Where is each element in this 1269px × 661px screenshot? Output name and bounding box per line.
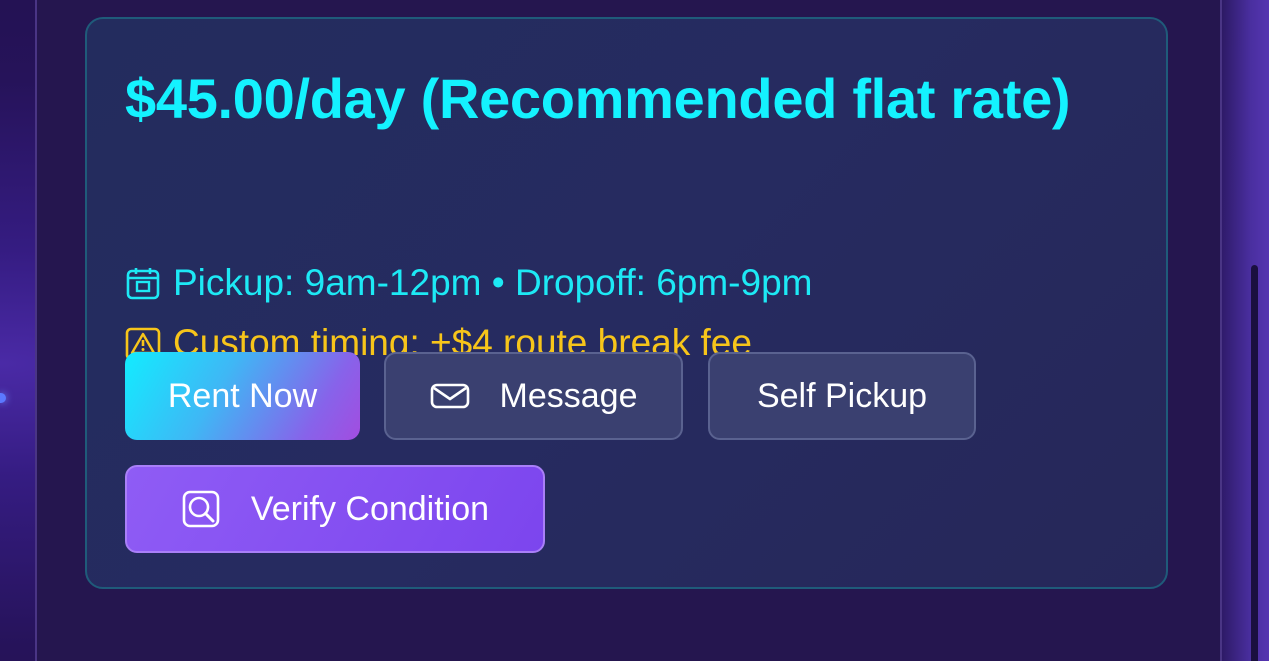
message-button[interactable]: Message	[384, 352, 683, 440]
self-pickup-label: Self Pickup	[756, 376, 928, 415]
verify-condition-button[interactable]: Verify Condition	[125, 465, 545, 553]
magnifier-icon	[181, 489, 221, 529]
scrollbar[interactable]	[1251, 265, 1258, 661]
rent-now-button[interactable]: Rent Now	[125, 352, 360, 440]
rental-offer-card: $45.00/day (Recommended flat rate) Picku…	[85, 17, 1168, 589]
package-calendar-icon	[125, 265, 161, 301]
verify-condition-label: Verify Condition	[250, 489, 490, 528]
self-pickup-button[interactable]: Self Pickup	[708, 352, 976, 440]
edge-indicator	[0, 393, 6, 403]
message-label: Message	[499, 376, 638, 415]
pickup-dropoff-times: Pickup: 9am-12pm • Dropoff: 6pm-9pm	[125, 261, 812, 305]
rent-now-label: Rent Now	[167, 376, 318, 415]
envelope-icon	[430, 382, 470, 410]
time-window-text: Pickup: 9am-12pm • Dropoff: 6pm-9pm	[173, 262, 813, 303]
price-heading: $45.00/day (Recommended flat rate)	[125, 67, 1071, 130]
